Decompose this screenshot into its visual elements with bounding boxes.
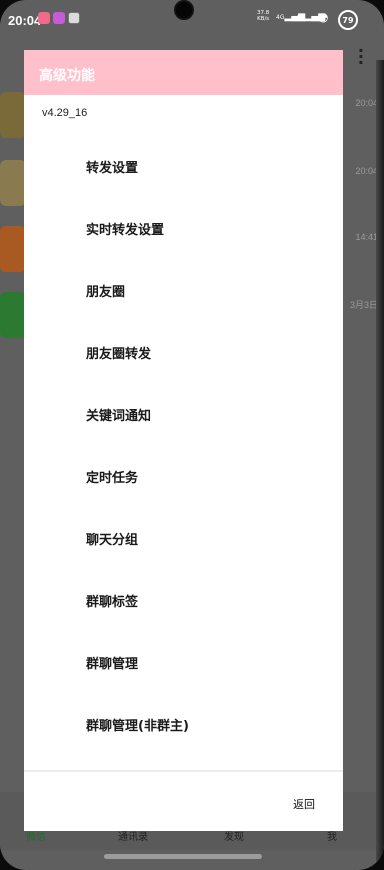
front-camera	[174, 0, 194, 20]
status-time: 20:04	[8, 13, 42, 28]
menu-item-group-management[interactable]: 群聊管理	[24, 631, 343, 693]
menu-item-group-management-non-owner[interactable]: 群聊管理(非群主)	[24, 693, 343, 755]
menu-item-moments[interactable]: 朋友圈	[24, 259, 343, 321]
back-button[interactable]: 返回	[293, 796, 315, 812]
chat-time: 14:41	[355, 232, 378, 242]
menu-item-chat-groups[interactable]: 聊天分组	[24, 507, 343, 569]
chat-time: 20:04	[355, 166, 378, 176]
avatar	[0, 92, 26, 138]
menu-item-realtime-forward-settings[interactable]: 实时转发设置	[24, 197, 343, 259]
chat-time: 3月3日	[349, 300, 378, 310]
menu-item-scheduled-tasks[interactable]: 定时任务	[24, 445, 343, 507]
device-edge	[376, 60, 384, 870]
dialog-header: 高级功能	[24, 50, 343, 95]
avatar	[0, 226, 26, 272]
dialog-title: 高级功能	[39, 68, 95, 84]
more-menu-icon: · · ·	[357, 41, 364, 72]
notification-icon	[53, 12, 65, 24]
dialog-divider	[24, 770, 343, 772]
phone-screen: 20:04 37.8 KB/s 4G▂▄▆ 4G▂▄▆ ◔ 79 · · · 20:…	[0, 0, 384, 870]
menu-item-forward-settings[interactable]: 转发设置	[24, 135, 343, 197]
battery-icon: 79	[338, 10, 358, 30]
notification-icon	[68, 12, 80, 24]
menu-item-group-tags[interactable]: 群聊标签	[24, 569, 343, 631]
home-indicator	[104, 854, 262, 859]
menu-item-keyword-notify[interactable]: 关键词通知	[24, 383, 343, 445]
advanced-features-dialog: 高级功能 v4.29_16 转发设置 实时转发设置 朋友圈 朋友圈转发 关键词通…	[24, 50, 343, 831]
net-speed: 37.8 KB/s	[257, 10, 270, 22]
chat-time: 20:04	[355, 98, 378, 108]
notification-icon	[38, 12, 50, 24]
avatar	[0, 292, 26, 338]
status-bar: 20:04 37.8 KB/s 4G▂▄▆ 4G▂▄▆ ◔ 79	[0, 0, 384, 40]
avatar	[0, 160, 26, 206]
menu-item-moments-forward[interactable]: 朋友圈转发	[24, 321, 343, 383]
wifi-icon: ◔	[318, 10, 329, 24]
version-label: v4.29_16	[42, 107, 88, 119]
